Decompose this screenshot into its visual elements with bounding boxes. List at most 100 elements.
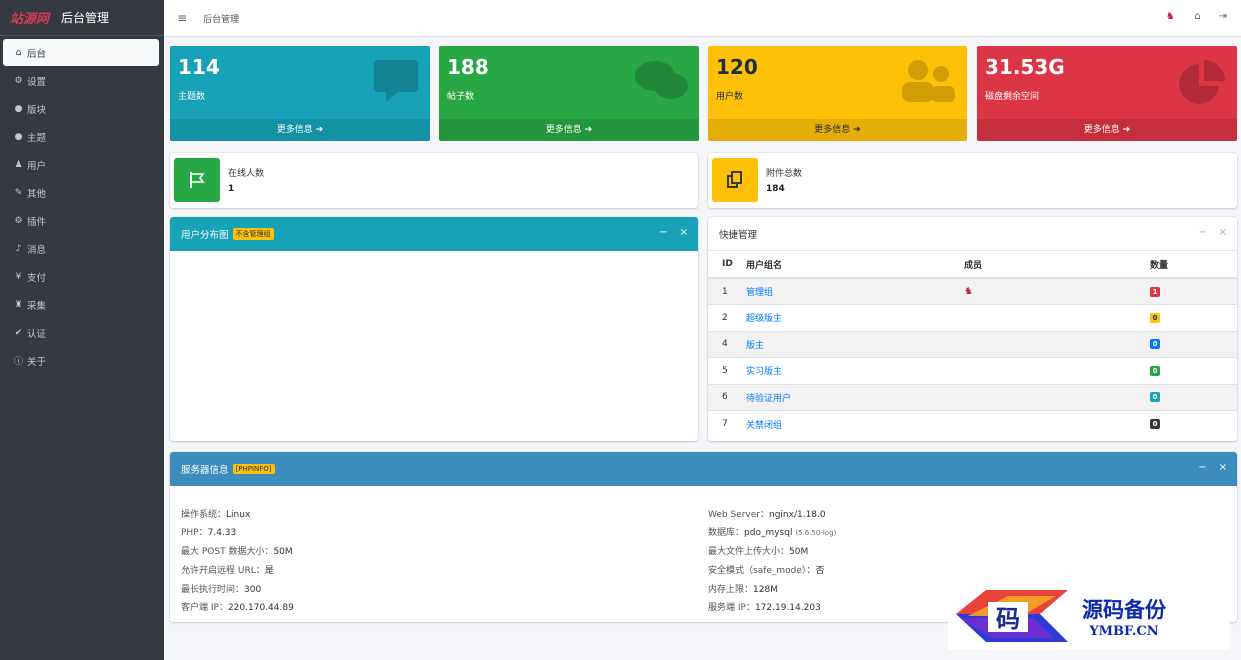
logout-icon[interactable]: ⇥ xyxy=(1219,11,1227,23)
sidebar-item[interactable]: ¥ 支付 xyxy=(3,263,159,290)
group-link[interactable]: 实习版主 xyxy=(746,367,782,377)
sidebar-item[interactable]: ♪ 消息 xyxy=(3,235,159,262)
server-info-row: 数据库：pdo_mysql (5.6.50-log) xyxy=(708,525,836,538)
cell-id: 1 xyxy=(708,277,746,305)
minimize-icon[interactable]: − xyxy=(659,227,667,238)
watermark-logo: 码 xyxy=(948,584,1068,648)
watermark-title: 源码备份 xyxy=(1082,596,1166,622)
server-info-key: 最大文件上传大小： xyxy=(708,547,790,557)
comments-icon xyxy=(633,58,689,111)
phpinfo-link[interactable]: [PHPINFO] xyxy=(232,464,275,474)
bell-icon: ♪ xyxy=(15,243,22,254)
cell-group-name: 实习版主 xyxy=(746,357,964,384)
member-avatar-icon[interactable]: ♞ xyxy=(964,286,973,297)
table-row: 2 超级版主 0 xyxy=(708,304,1237,331)
cell-group-name: 关禁闭组 xyxy=(746,410,964,437)
server-info-value: 128M xyxy=(753,585,778,595)
server-info-row: 内存上限：128M xyxy=(708,582,778,595)
sidebar-item[interactable]: ♜ 采集 xyxy=(3,291,159,318)
sidebar-item-label: 关于 xyxy=(27,356,47,368)
stat-label: 用户数 xyxy=(716,92,744,102)
watermark-logo-char: 码 xyxy=(996,604,1020,633)
stat-value: 188 xyxy=(447,55,489,79)
breadcrumb[interactable]: 后台管理 xyxy=(203,12,239,25)
col-members: 成员 xyxy=(964,251,1150,279)
server-info-value: 否 xyxy=(815,566,825,576)
table-row: 7 关禁闭组 0 xyxy=(708,410,1237,437)
sidebar-item[interactable]: ⚙ 插件 xyxy=(3,207,159,234)
group-link[interactable]: 关禁闭组 xyxy=(746,421,782,431)
col-count: 数量 xyxy=(1150,251,1237,279)
more-info-link[interactable]: 更多信息 ➔ xyxy=(439,119,699,141)
brand-logo: 站源网 xyxy=(10,12,50,27)
sidebar-item[interactable]: ⓘ 关于 xyxy=(3,347,159,374)
cell-count: 0 xyxy=(1150,304,1237,331)
brand-title: 后台管理 xyxy=(61,11,110,25)
server-info-value: 300 xyxy=(244,585,262,595)
count-badge: 1 xyxy=(1150,286,1160,297)
card-title: 用户分布图 xyxy=(181,230,229,241)
server-info-key: Web Server： xyxy=(708,510,769,520)
server-info-row: PHP：7.4.33 xyxy=(181,525,236,538)
usergroup-table: ID 用户组名 成员 数量 1 管理组 ♞ 1 2 超级版主 0 4 版主 0 5 实习版主 0 6 待验证… xyxy=(708,251,1237,437)
card-header: 服务器信息 [PHPINFO] − × xyxy=(170,452,1237,486)
sidebar-item-label: 消息 xyxy=(27,244,47,256)
cell-count: 0 xyxy=(1150,410,1237,437)
menu-toggle-icon[interactable]: ≡ xyxy=(177,11,187,25)
cell-members xyxy=(964,383,1150,411)
sidebar-item-label: 设置 xyxy=(27,76,47,88)
server-info-key: 允许开启远程 URL： xyxy=(181,566,265,576)
user-avatar-icon[interactable]: ♞ xyxy=(1164,11,1176,23)
info-title: 在线人数 xyxy=(228,169,265,179)
sidebar-item-label: 其他 xyxy=(27,188,47,200)
more-info-link[interactable]: 更多信息 ➔ xyxy=(708,119,967,141)
group-link[interactable]: 待验证用户 xyxy=(746,394,791,404)
cell-members xyxy=(964,410,1150,437)
sidebar-item[interactable]: ✎ 其他 xyxy=(3,179,159,206)
sidebar-item[interactable]: ✔ 认证 xyxy=(3,319,159,346)
cell-members xyxy=(964,330,1150,358)
info-value: 184 xyxy=(766,184,785,194)
group-link[interactable]: 版主 xyxy=(746,341,764,351)
sitemap-icon: ♜ xyxy=(14,299,23,310)
sidebar-item[interactable]: ● 版块 xyxy=(3,95,159,122)
sidebar-item-label: 后台 xyxy=(27,48,47,60)
server-info-key: PHP： xyxy=(181,528,208,538)
sidebar-item[interactable]: ⚙ 设置 xyxy=(3,67,159,94)
card-header: 快捷管理 − × xyxy=(708,217,1237,251)
server-info-row: 服务端 IP：172.19.14.203 xyxy=(708,600,821,613)
sidebar-item[interactable]: ⌂ 后台 xyxy=(3,39,159,66)
close-icon[interactable]: × xyxy=(1219,462,1227,473)
close-icon[interactable]: × xyxy=(1219,227,1227,238)
table-row: 6 待验证用户 0 xyxy=(708,383,1237,411)
table-row: 1 管理组 ♞ 1 xyxy=(708,277,1237,305)
server-info-extra: (5.6.50-log) xyxy=(795,529,837,537)
server-info-row: 安全模式（safe_mode）：否 xyxy=(708,563,824,576)
sidebar-item[interactable]: ♟ 用户 xyxy=(3,151,159,178)
cell-id: 2 xyxy=(708,304,746,331)
cell-count: 0 xyxy=(1150,383,1237,411)
more-info-link[interactable]: 更多信息 ➔ xyxy=(170,119,430,141)
cell-group-name: 待验证用户 xyxy=(746,383,964,411)
group-link[interactable]: 管理组 xyxy=(746,288,773,298)
server-info-value: 7.4.33 xyxy=(207,528,237,538)
user-icon: ♟ xyxy=(14,159,23,170)
minimize-icon[interactable]: − xyxy=(1198,462,1206,473)
sidebar-item-label: 支付 xyxy=(27,272,47,284)
wrench-icon: ✎ xyxy=(14,187,23,198)
minimize-icon[interactable]: − xyxy=(1198,227,1206,238)
server-info-key: 客户端 IP： xyxy=(181,603,228,613)
brand[interactable]: 站源网 后台管理 xyxy=(0,0,164,36)
home-icon[interactable]: ⌂ xyxy=(1194,11,1200,23)
sidebar-item[interactable]: ● 主题 xyxy=(3,123,159,150)
watermark: 码 源码备份 YMBF.CN xyxy=(948,582,1230,650)
info-circle-icon: ⓘ xyxy=(13,357,23,367)
server-info-value: 50M xyxy=(273,547,293,557)
more-info-link[interactable]: 更多信息 ➔ xyxy=(977,119,1237,141)
stat-label: 磁盘剩余空间 xyxy=(985,92,1040,102)
sidebar-nav: ⌂ 后台 ⚙ 设置 ● 版块 ● 主题 ♟ 用户 ✎ 其他 ⚙ 插件 ♪ 消息 ¥ 支付 ♜ 采集 ✔ 认证 ⓘ 关于 xyxy=(0,36,164,374)
flag-icon xyxy=(174,158,220,202)
group-link[interactable]: 超级版主 xyxy=(746,314,782,324)
cell-members xyxy=(964,357,1150,384)
close-icon[interactable]: × xyxy=(680,227,688,238)
